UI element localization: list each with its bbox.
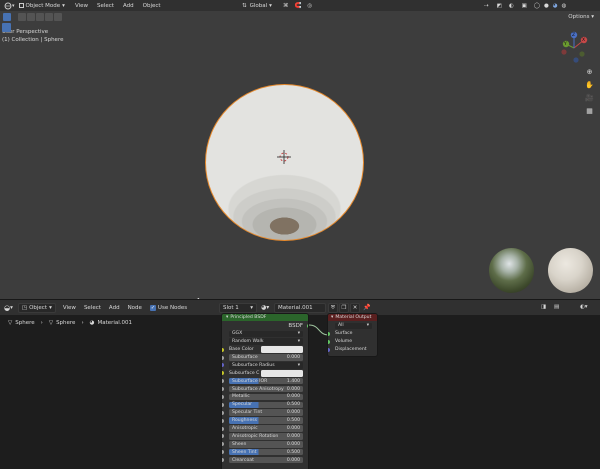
menu-select[interactable]: Select <box>84 305 101 311</box>
gizmo-icon[interactable]: ◩ <box>497 3 502 9</box>
shader-type-label: Object <box>29 304 47 311</box>
surface-label: Surface <box>335 331 353 337</box>
output-target-select[interactable]: All ▾ <box>335 322 372 330</box>
pin-icon[interactable]: 📌 <box>363 304 370 311</box>
grid-icon[interactable]: ▦ <box>584 107 595 120</box>
select-invert-button[interactable] <box>45 12 53 21</box>
use-nodes-toggle[interactable]: ✓ Use Nodes <box>149 304 188 311</box>
pivot-icon[interactable]: ⌘ <box>283 3 289 9</box>
chevron-down-icon: ▾ <box>269 2 272 9</box>
select-cursor-tool-icon[interactable] <box>2 23 11 32</box>
node-editor-canvas[interactable]: ▽ Sphere › ▽ Sphere › ◕ Material.001 ▾ P… <box>0 313 600 469</box>
output-node-title: Material Output <box>335 315 372 320</box>
output-target-value: All <box>338 323 344 329</box>
solid-shading-icon[interactable]: ● <box>544 3 549 9</box>
menu-node[interactable]: Node <box>128 305 142 311</box>
output-displacement-row: Displacement <box>328 346 377 354</box>
duplicate-icon: ❐ <box>341 305 347 311</box>
snap-node-icon[interactable]: ◨ <box>541 304 546 310</box>
displacement-socket[interactable] <box>328 347 330 352</box>
material-output-node[interactable]: ▾ Material Output All ▾ Surface Volume Di… <box>327 313 378 357</box>
navigation-buttons: ⊕ ✋ 🎥 ▦ <box>584 68 595 120</box>
chevron-down-icon: ▾ <box>250 305 253 311</box>
gizmo-y-label: Y <box>564 42 567 47</box>
node-link-wire <box>308 324 330 336</box>
slot-dropdown[interactable]: Slot 1 ▾ <box>219 303 257 313</box>
orientation-label: Global <box>249 2 268 9</box>
close-icon: ✕ <box>352 305 358 311</box>
orientation-dropdown[interactable]: ⇅ Global ▾ <box>242 3 272 9</box>
options-label: Options <box>568 13 590 20</box>
output-target-row: All ▾ <box>328 322 377 330</box>
select-box-button[interactable] <box>18 12 26 21</box>
slot-label: Slot 1 <box>223 305 239 311</box>
duplicate-material-button[interactable]: ❐ <box>339 303 349 313</box>
gizmo-z-label: Z <box>572 33 576 38</box>
pan-hand-icon[interactable]: ✋ <box>584 81 595 94</box>
use-nodes-label: Use Nodes <box>157 304 188 311</box>
overlay-node-icon[interactable]: ◐▾ <box>580 304 588 310</box>
xray-icon[interactable]: ▣ <box>522 3 527 9</box>
menu-select[interactable]: Select <box>97 3 114 9</box>
volume-label: Volume <box>335 339 353 345</box>
visibility-icon[interactable]: ⇢ <box>484 3 489 9</box>
menu-view[interactable]: View <box>75 3 88 9</box>
unlink-material-button[interactable]: ✕ <box>350 303 360 313</box>
material-name: Material.001 <box>278 305 313 311</box>
hdri-preview-sphere <box>489 248 534 293</box>
rendered-shading-icon[interactable]: ◍ <box>562 3 567 9</box>
orientation-icon: ⇅ <box>242 2 247 9</box>
camera-icon[interactable]: 🎥 <box>584 94 595 107</box>
menu-object[interactable]: Object <box>143 3 161 9</box>
proportional-icon[interactable]: ◎ <box>307 3 312 9</box>
editor-type-icon[interactable] <box>3 1 12 10</box>
select-intersect-button[interactable] <box>54 12 62 21</box>
viewport-tool-header: Options ▾ <box>0 11 600 22</box>
viewport-shading-group: ⇢ ◩ ◐ ▣ ◯ ● ◕ ◍ <box>484 3 566 9</box>
options-dropdown[interactable]: Options ▾ <box>568 14 594 20</box>
output-node-header[interactable]: ▾ Material Output <box>328 314 377 321</box>
object-mode-icon <box>18 3 24 8</box>
backdrop-icon[interactable]: ▤ <box>554 304 559 310</box>
fake-user-button[interactable]: ⛨ <box>328 303 338 313</box>
3d-cursor-icon[interactable] <box>277 150 291 166</box>
chevron-down-icon: ▾ <box>62 2 65 9</box>
collection-info: (1) Collection | Sphere <box>2 37 64 43</box>
3d-viewport[interactable]: ▾ Object Mode ▾ View Select Add Object ⇅… <box>0 0 600 299</box>
surface-socket[interactable] <box>328 331 330 336</box>
object-type-icon: ◳ <box>21 304 28 311</box>
shader-type-dropdown[interactable]: ◳ Object ▾ <box>17 302 56 313</box>
volume-socket[interactable] <box>328 339 330 344</box>
material-browse-icon[interactable]: ◕▾ <box>261 304 269 311</box>
snap-icon[interactable]: 🧲 <box>295 3 302 9</box>
gizmo-x-label: X <box>582 38 586 43</box>
pivot-snap-group: ⌘ 🧲 ◎ <box>283 3 312 9</box>
shield-icon: ⛨ <box>330 304 336 311</box>
wireframe-shading-icon[interactable]: ◯ <box>534 3 540 9</box>
select-subtract-button[interactable] <box>36 12 44 21</box>
chevron-down-icon: ▾ <box>49 304 52 311</box>
mode-dropdown[interactable]: Object Mode ▾ <box>18 2 65 9</box>
editor-type-chevron-icon[interactable]: ▾ <box>12 3 15 9</box>
material-name-field[interactable]: Material.001 <box>274 303 326 313</box>
material-preview-sphere <box>548 248 593 293</box>
tool-shelf <box>2 23 12 32</box>
output-surface-row: Surface <box>328 330 377 338</box>
select-tool-button[interactable] <box>3 12 11 21</box>
menu-add[interactable]: Add <box>123 3 134 9</box>
viewport-header: ▾ Object Mode ▾ View Select Add Object ⇅… <box>0 0 600 11</box>
menu-view[interactable]: View <box>63 305 76 311</box>
displacement-label: Displacement <box>335 347 367 353</box>
select-extend-button[interactable] <box>27 12 35 21</box>
menu-add[interactable]: Add <box>109 305 120 311</box>
overlay-icon[interactable]: ◐ <box>509 3 514 9</box>
collapse-chevron-icon[interactable]: ▾ <box>331 315 333 320</box>
material-shading-icon[interactable]: ◕ <box>553 3 558 9</box>
checkbox-checked-icon[interactable]: ✓ <box>149 304 156 311</box>
chevron-down-icon: ▾ <box>10 304 13 311</box>
mode-label: Object Mode <box>25 2 61 9</box>
zoom-icon[interactable]: ⊕ <box>584 68 595 81</box>
chevron-down-icon: ▾ <box>366 323 369 329</box>
output-volume-row: Volume <box>328 338 377 346</box>
